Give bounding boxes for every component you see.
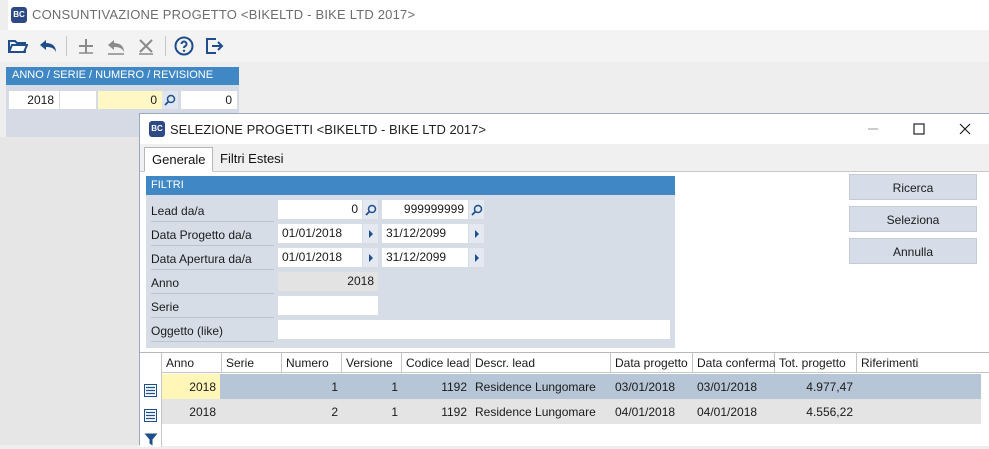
arrow-right-icon[interactable] <box>469 224 484 243</box>
tab-generale[interactable]: Generale <box>144 147 214 172</box>
revisione-field[interactable]: 0 <box>181 91 237 109</box>
cell-riferimenti[interactable] <box>857 374 981 399</box>
app-icon: BC <box>11 7 27 23</box>
cell-descr-lead[interactable]: Residence Lungomare <box>471 399 611 424</box>
cell-data-conferma[interactable]: 04/01/2018 <box>693 399 775 424</box>
selection-dialog: BC SELEZIONE PROGETTI <BIKELTD - BIKE LT… <box>139 113 989 447</box>
arrow-right-icon[interactable] <box>363 224 378 243</box>
toolbar-separator <box>165 36 166 56</box>
row-detail-icon[interactable] <box>144 384 157 400</box>
oggetto-filter-input[interactable] <box>278 320 670 339</box>
filters-panel: FILTRI Lead da/a 0 999999999 Data Proget… <box>146 176 675 348</box>
row-selector-column <box>140 353 162 447</box>
column-header-data-conferma[interactable]: Data conferma <box>693 353 776 373</box>
open-folder-icon[interactable] <box>6 35 30 57</box>
app-icon: BC <box>149 121 165 137</box>
results-grid: Anno Serie Numero Versione Codice lead D… <box>140 352 989 447</box>
main-window-title: CONSUNTIVAZIONE PROGETTO <BIKELTD - BIKE… <box>32 7 416 22</box>
cell-codice-lead[interactable]: 1192 <box>402 374 471 399</box>
serie-label: Serie <box>151 296 274 318</box>
help-icon[interactable] <box>172 35 196 57</box>
cell-versione[interactable]: 1 <box>342 374 402 399</box>
column-header-numero[interactable]: Numero <box>282 353 342 373</box>
column-header-anno[interactable]: Anno <box>162 353 222 373</box>
arrow-right-icon[interactable] <box>363 248 378 267</box>
column-header-tot-progetto[interactable]: Tot. progetto <box>775 353 857 373</box>
add-icon[interactable] <box>74 35 98 57</box>
cell-data-conferma[interactable]: 03/01/2018 <box>693 374 775 399</box>
undo-icon[interactable] <box>36 35 60 57</box>
column-header-versione[interactable]: Versione <box>342 353 402 373</box>
cell-tot-progetto[interactable]: 4.556,22 <box>775 399 857 424</box>
seleziona-button[interactable]: Seleziona <box>849 206 977 232</box>
column-header-riferimenti[interactable]: Riferimenti <box>857 353 989 373</box>
exit-icon[interactable] <box>202 35 226 57</box>
data-progetto-to-input[interactable]: 31/12/2099 <box>382 224 468 243</box>
column-header-codice-lead[interactable]: Codice lead <box>402 353 471 373</box>
lead-from-input[interactable]: 0 <box>278 200 362 219</box>
dialog-title: SELEZIONE PROGETTI <BIKELTD - BIKE LTD 2… <box>170 122 486 137</box>
minimize-icon[interactable] <box>850 114 896 144</box>
lead-label: Lead da/a <box>151 200 274 222</box>
column-header-data-progetto[interactable]: Data progetto <box>611 353 693 373</box>
cell-serie[interactable] <box>222 374 282 399</box>
cell-anno[interactable]: 2018 <box>162 399 220 424</box>
lead-to-input[interactable]: 999999999 <box>382 200 468 219</box>
filter-icon[interactable] <box>144 433 158 449</box>
tab-filtri-estesi[interactable]: Filtri Estesi <box>213 147 291 172</box>
serie-filter-input[interactable] <box>278 296 378 315</box>
close-icon[interactable] <box>942 114 988 144</box>
dialog-body: FILTRI Lead da/a 0 999999999 Data Proget… <box>140 172 989 352</box>
cell-numero[interactable]: 1 <box>282 374 342 399</box>
column-header-serie[interactable]: Serie <box>222 353 282 373</box>
delete-icon[interactable] <box>134 35 158 57</box>
row-detail-icon[interactable] <box>144 409 157 425</box>
data-apertura-to-input[interactable]: 31/12/2099 <box>382 248 468 267</box>
cell-versione[interactable]: 1 <box>342 399 402 424</box>
oggetto-label: Oggetto (like) <box>151 320 274 342</box>
cell-descr-lead[interactable]: Residence Lungomare <box>471 374 611 399</box>
cell-codice-lead[interactable]: 1192 <box>402 399 471 424</box>
cell-riferimenti[interactable] <box>857 399 981 424</box>
anno-filter-value: 2018 <box>278 272 378 291</box>
numero-field[interactable]: 0 <box>98 91 162 109</box>
maximize-icon[interactable] <box>896 114 942 144</box>
cell-data-progetto[interactable]: 03/01/2018 <box>611 374 693 399</box>
filters-header: FILTRI <box>146 176 675 195</box>
ricerca-button[interactable]: Ricerca <box>849 174 977 200</box>
anno-label: Anno <box>151 272 274 294</box>
annulla-button[interactable]: Annulla <box>849 238 977 264</box>
serie-field[interactable] <box>60 91 96 109</box>
table-row[interactable]: 2018 2 1 1192 Residence Lungomare 04/01/… <box>162 399 981 424</box>
cell-tot-progetto[interactable]: 4.977,47 <box>775 374 857 399</box>
arrow-right-icon[interactable] <box>469 248 484 267</box>
data-apertura-label: Data Apertura da/a <box>151 248 274 270</box>
cell-data-progetto[interactable]: 04/01/2018 <box>611 399 693 424</box>
cell-serie[interactable] <box>222 399 282 424</box>
data-apertura-from-input[interactable]: 01/01/2018 <box>278 248 362 267</box>
main-toolbar <box>0 30 989 62</box>
main-title-bar: BC CONSUNTIVAZIONE PROGETTO <BIKELTD - B… <box>8 0 989 30</box>
search-icon[interactable] <box>162 91 178 109</box>
dialog-title-bar: BC SELEZIONE PROGETTI <BIKELTD - BIKE LT… <box>140 114 989 144</box>
data-progetto-from-input[interactable]: 01/01/2018 <box>278 224 362 243</box>
main-background <box>0 137 140 445</box>
header-key-label: ANNO / SERIE / NUMERO / REVISIONE <box>6 67 239 85</box>
search-icon[interactable] <box>363 200 378 219</box>
column-header-descr-lead[interactable]: Descr. lead <box>471 353 611 373</box>
cell-anno[interactable]: 2018 <box>162 374 220 399</box>
dialog-tabs: Generale Filtri Estesi <box>140 144 989 172</box>
search-icon[interactable] <box>469 200 484 219</box>
revert-icon[interactable] <box>104 35 128 57</box>
table-row[interactable]: 2018 1 1 1192 Residence Lungomare 03/01/… <box>162 374 981 399</box>
cell-numero[interactable]: 2 <box>282 399 342 424</box>
toolbar-separator <box>66 36 67 56</box>
anno-field[interactable]: 2018 <box>9 91 59 109</box>
data-progetto-label: Data Progetto da/a <box>151 224 274 246</box>
